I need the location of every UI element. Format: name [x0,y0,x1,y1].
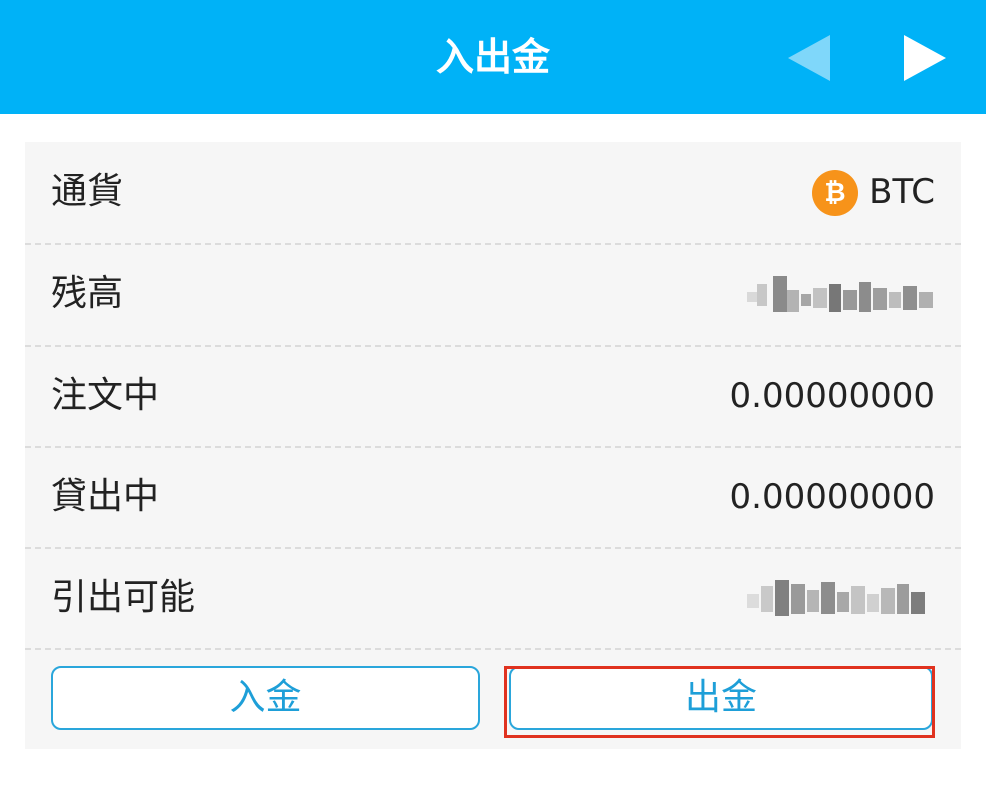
in-order-label: 注文中 [51,375,160,416]
lending-value: 0.00000000 [729,477,936,517]
balance-value-redacted [743,276,935,316]
top-bar: 入出金 [0,0,986,114]
balance-label: 残高 [51,273,124,314]
withdrawable-value-redacted [743,580,935,620]
deposit-button[interactable]: 入金 [51,666,480,730]
lending-row: 貸出中 0.00000000 [25,447,961,547]
previous-arrow-icon[interactable] [786,33,832,83]
withdraw-button[interactable]: 出金 [509,666,933,730]
lending-label: 貸出中 [51,476,160,517]
in-order-value: 0.00000000 [729,376,936,416]
balance-row: 残高 [25,244,961,344]
bitcoin-icon: ₿ [812,170,858,216]
withdrawable-row: 引出可能 [25,548,961,648]
currency-label: 通貨 [51,171,124,212]
next-arrow-icon[interactable] [902,33,948,83]
row-divider [25,648,961,650]
in-order-row: 注文中 0.00000000 [25,346,961,446]
balance-panel: 通貨 ₿ BTC 残高 注文中 0.00000000 貸出中 0.0000000… [25,142,961,749]
withdrawable-label: 引出可能 [51,577,196,618]
currency-value: BTC [869,172,935,212]
currency-row: 通貨 ₿ BTC [25,142,961,242]
page-title: 入出金 [435,35,550,79]
